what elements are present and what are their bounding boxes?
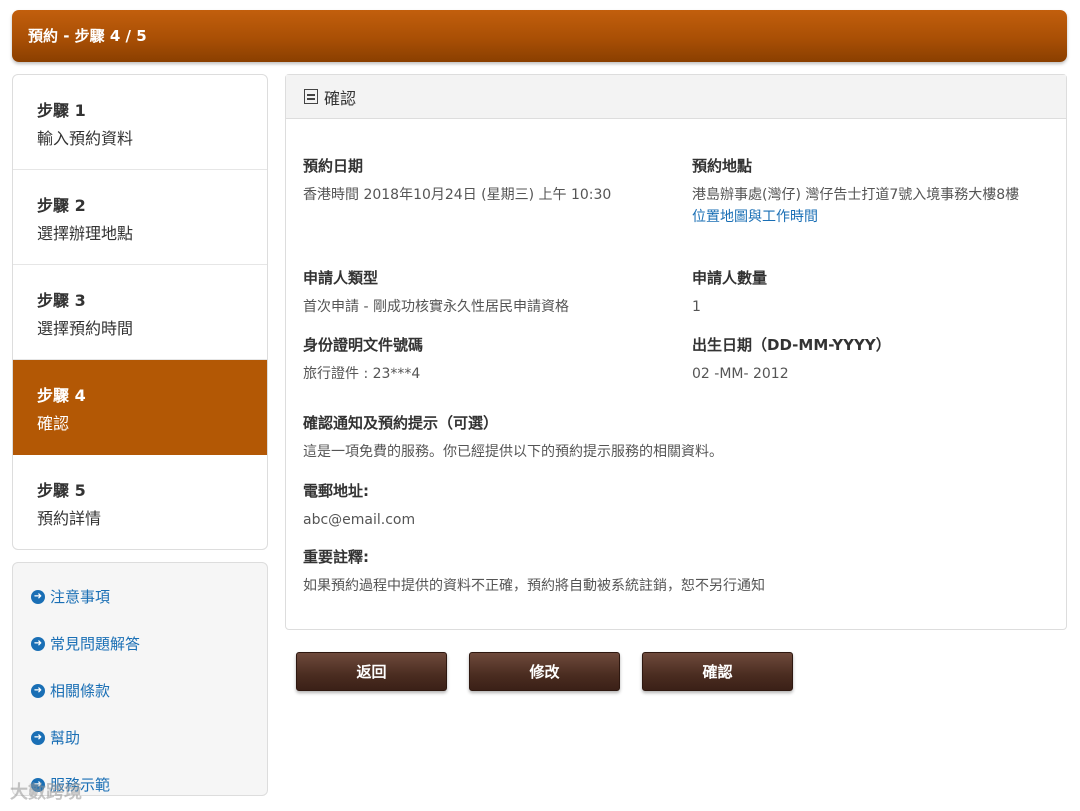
important-note: 重要註釋: 如果預約過程中提供的資料不正確，預約將自動被系統註銷，恕不另行通知	[303, 546, 1043, 597]
link-terms[interactable]: ➜ 相關條款	[13, 667, 267, 714]
field-label: 重要註釋:	[303, 548, 369, 566]
applicant-count: 申請人數量 1	[692, 267, 1044, 318]
step-label: 確認	[37, 414, 70, 433]
arrow-circle-icon: ➜	[31, 730, 45, 745]
field-label: 確認通知及預約提示（可選）	[303, 414, 499, 432]
step-3: 步驟 3 選擇預約時間	[13, 265, 267, 360]
link-faq[interactable]: ➜ 常見問題解答	[13, 620, 267, 667]
arrow-circle-icon: ➜	[31, 683, 45, 698]
confirmation-panel: 確認 預約日期 香港時間 2018年10月24日 (星期三) 上午 10:30 …	[285, 74, 1067, 630]
email-address: 電郵地址: abc@email.com	[303, 480, 1043, 531]
field-label: 身份證明文件號碼	[303, 336, 424, 354]
link-label: 注意事項	[50, 588, 111, 606]
field-value: 02 -MM- 2012	[692, 366, 789, 382]
step-list: 步驟 1 輸入預約資料 步驟 2 選擇辦理地點 步驟 3 選擇預約時間 步驟 4…	[12, 74, 268, 550]
field-label: 預約地點	[692, 157, 753, 175]
step-number: 步驟 4	[37, 386, 86, 405]
arrow-circle-icon: ➜	[31, 589, 45, 604]
step-number: 步驟 5	[37, 481, 86, 500]
step-1: 步驟 1 輸入預約資料	[13, 75, 267, 170]
field-label: 申請人類型	[303, 269, 379, 287]
link-help[interactable]: ➜ 幫助	[13, 714, 267, 761]
edit-button[interactable]: 修改	[469, 652, 620, 691]
field-value: 首次申請 - 剛成功核實永久性居民申請資格	[303, 299, 569, 315]
step-label: 選擇辦理地點	[37, 224, 134, 243]
step-number: 步驟 2	[37, 196, 86, 215]
panel-header: 確認	[286, 75, 1066, 119]
location-map-link[interactable]: 位置地圖與工作時間	[692, 206, 1044, 228]
field-value: 這是一項免費的服務。你已經提供以下的預約提示服務的相關資料。	[303, 444, 723, 460]
field-value: 港島辦事處(灣仔) 灣仔告士打道7號入境事務大樓8樓	[692, 187, 1020, 203]
notification-section: 確認通知及預約提示（可選） 這是一項免費的服務。你已經提供以下的預約提示服務的相…	[303, 412, 1043, 463]
id-number: 身份證明文件號碼 旅行證件 : 23***4	[303, 334, 663, 385]
step-2: 步驟 2 選擇辦理地點	[13, 170, 267, 265]
appointment-location: 預約地點 港島辦事處(灣仔) 灣仔告士打道7號入境事務大樓8樓 位置地圖與工作時…	[692, 155, 1044, 228]
step-label: 選擇預約時間	[37, 319, 134, 338]
step-number: 步驟 3	[37, 291, 86, 310]
field-label: 電郵地址:	[303, 482, 369, 500]
page-title: 預約 - 步驟 4 / 5	[28, 27, 147, 45]
step-4-current: 步驟 4 確認	[13, 360, 267, 455]
field-label: 申請人數量	[692, 269, 768, 287]
step-label: 輸入預約資料	[37, 129, 134, 148]
page-header: 預約 - 步驟 4 / 5	[12, 10, 1067, 62]
field-label: 預約日期	[303, 157, 364, 175]
watermark: 大數跨境	[10, 782, 82, 803]
field-value: 旅行證件 : 23***4	[303, 366, 421, 382]
back-button[interactable]: 返回	[296, 652, 447, 691]
field-value: abc@email.com	[303, 512, 416, 528]
link-label: 幫助	[50, 729, 81, 747]
help-links: ➜ 注意事項 ➜ 常見問題解答 ➜ 相關條款 ➜ 幫助 ➜ 服務示範	[12, 562, 268, 796]
link-label: 相關條款	[50, 682, 111, 700]
step-5: 步驟 5 預約詳情	[13, 455, 267, 549]
panel-title: 確認	[324, 88, 357, 108]
link-label: 常見問題解答	[50, 635, 141, 653]
field-label: 出生日期（DD-MM-YYYY）	[692, 336, 891, 354]
field-value: 1	[692, 299, 701, 315]
date-of-birth: 出生日期（DD-MM-YYYY） 02 -MM- 2012	[692, 334, 1044, 385]
appointment-date: 預約日期 香港時間 2018年10月24日 (星期三) 上午 10:30	[303, 155, 663, 206]
step-number: 步驟 1	[37, 101, 86, 120]
field-value: 香港時間 2018年10月24日 (星期三) 上午 10:30	[303, 187, 612, 203]
document-icon	[304, 89, 318, 104]
field-value: 如果預約過程中提供的資料不正確，預約將自動被系統註銷，恕不另行通知	[303, 578, 765, 594]
confirm-button[interactable]: 確認	[642, 652, 793, 691]
applicant-type: 申請人類型 首次申請 - 剛成功核實永久性居民申請資格	[303, 267, 663, 318]
arrow-circle-icon: ➜	[31, 636, 45, 651]
link-notes[interactable]: ➜ 注意事項	[13, 573, 267, 620]
step-label: 預約詳情	[37, 509, 102, 528]
